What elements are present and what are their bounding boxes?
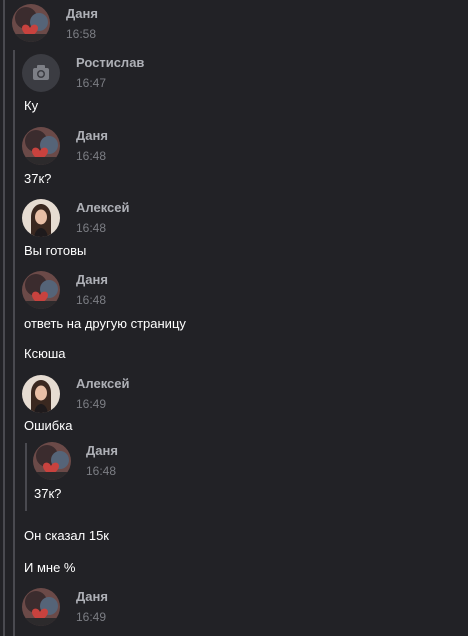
message-text: 37к? xyxy=(24,171,52,186)
author-name[interactable]: Ростислав xyxy=(76,55,144,70)
message-time: 16:48 xyxy=(76,149,107,163)
avatar[interactable] xyxy=(22,271,60,309)
forward-line xyxy=(13,50,15,636)
character-avatar-icon xyxy=(12,4,50,42)
author-name[interactable]: Даня xyxy=(66,6,98,21)
message-text: И мне % xyxy=(24,560,76,575)
camera-icon xyxy=(22,54,60,92)
message-time: 16:48 xyxy=(86,464,117,478)
character-avatar-icon xyxy=(22,127,60,165)
person-photo-icon xyxy=(22,375,60,413)
message-time: 16:48 xyxy=(76,293,107,307)
avatar[interactable] xyxy=(22,375,60,413)
avatar[interactable] xyxy=(22,127,60,165)
character-avatar-icon xyxy=(33,442,71,480)
nested-forward-line xyxy=(25,443,27,511)
author-name[interactable]: Даня xyxy=(76,272,108,287)
avatar[interactable] xyxy=(12,4,50,42)
author-name[interactable]: Алексей xyxy=(76,376,130,391)
avatar[interactable] xyxy=(22,588,60,626)
person-photo-icon xyxy=(22,199,60,237)
avatar[interactable] xyxy=(22,199,60,237)
avatar[interactable] xyxy=(33,442,71,480)
message-time: 16:49 xyxy=(76,610,107,624)
message-text: ответь на другую страницу xyxy=(24,316,186,331)
author-name[interactable]: Даня xyxy=(76,128,108,143)
message-text: Вы готовы xyxy=(24,243,87,258)
message-time: 16:47 xyxy=(76,76,107,90)
message-text: 37к? xyxy=(34,486,62,501)
avatar[interactable] xyxy=(22,54,60,92)
character-avatar-icon xyxy=(22,271,60,309)
message-time: 16:48 xyxy=(76,221,107,235)
author-name[interactable]: Алексей xyxy=(76,200,130,215)
message-time: 16:49 xyxy=(76,397,107,411)
message-text: Ошибка xyxy=(24,418,73,433)
character-avatar-icon xyxy=(22,588,60,626)
message-text: Ксюша xyxy=(24,346,66,361)
message-text: Он сказал 15к xyxy=(24,528,109,543)
message-text: Ку xyxy=(24,98,39,113)
message-time: 16:58 xyxy=(66,27,97,41)
forward-line xyxy=(3,0,5,636)
author-name[interactable]: Даня xyxy=(76,589,108,604)
author-name[interactable]: Даня xyxy=(86,443,118,458)
